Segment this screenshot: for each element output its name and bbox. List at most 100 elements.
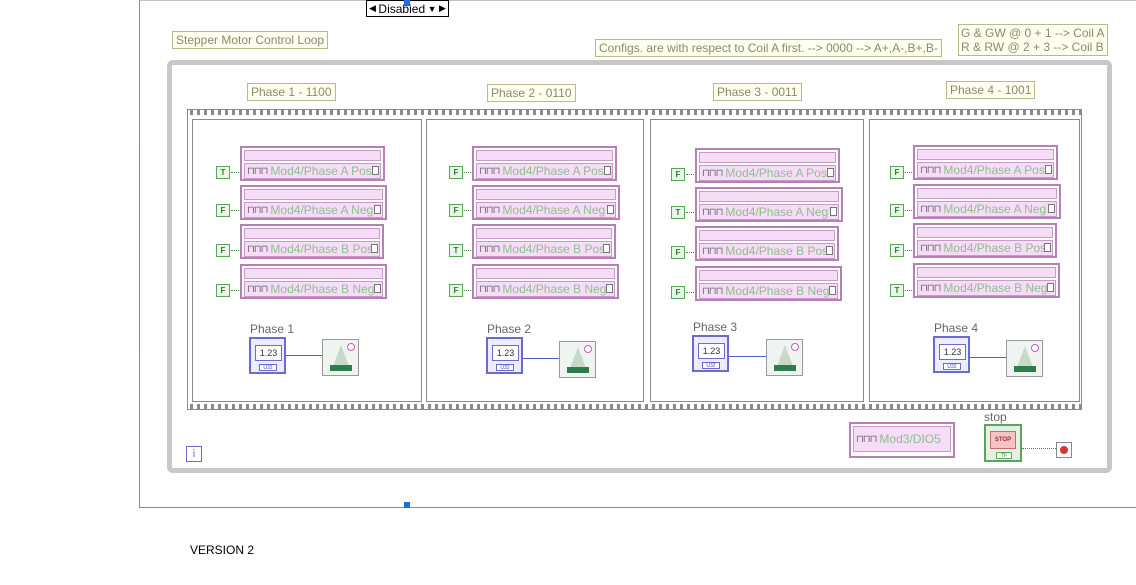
doc-icon <box>829 286 836 295</box>
metronome-wait-icon[interactable] <box>766 339 803 376</box>
stop-face: STOP <box>990 431 1016 449</box>
boolean-constant[interactable]: F <box>671 246 685 259</box>
phase-constant-label: Phase 3 <box>693 320 738 334</box>
case-selector-label: Disabied <box>378 1 426 16</box>
doc-icon <box>1047 283 1054 292</box>
doc-icon <box>826 246 833 255</box>
doc-icon <box>827 168 834 177</box>
pulse-wave-icon: ⊓⊓⊓ <box>920 164 941 176</box>
wire <box>523 358 560 359</box>
loop-iteration-terminal: i <box>186 446 202 462</box>
doc-icon <box>1045 165 1052 174</box>
configs-note-label: Configs. are with respect to Coil A firs… <box>595 39 942 57</box>
wire <box>729 356 767 357</box>
resize-handle-bottom[interactable] <box>404 502 410 508</box>
u32-constant[interactable]: 1.23 U32 <box>692 335 729 372</box>
doc-icon <box>372 166 379 175</box>
boolean-constant[interactable]: F <box>449 204 463 217</box>
daq-write-node[interactable]: ⊓⊓⊓ Mod4/Phase A Neg <box>472 185 620 220</box>
daq-write-node[interactable]: ⊓⊓⊓ Mod4/Phase A Neg <box>240 185 387 220</box>
doc-icon <box>374 205 381 214</box>
daq-write-node[interactable]: ⊓⊓⊓ Mod4/Phase B Pos <box>240 224 384 259</box>
daq-write-node[interactable]: ⊓⊓⊓ Mod4/Phase B Pos <box>472 224 616 259</box>
boolean-constant[interactable]: F <box>449 284 463 297</box>
phase-constant-label: Phase 4 <box>934 321 979 335</box>
daq-write-node[interactable]: ⊓⊓⊓ Mod4/Phase B Neg <box>913 263 1060 298</box>
daq-write-node[interactable]: ⊓⊓⊓ Mod4/Phase A Neg <box>695 187 843 222</box>
frame-2-title: Phase 2 - 0110 <box>487 84 576 102</box>
loop-title-label: Stepper Motor Control Loop <box>172 31 329 49</box>
pulse-wave-icon: ⊓⊓⊓ <box>479 165 500 177</box>
frame-4-title: Phase 4 - 1001 <box>946 81 1036 99</box>
pulse-wave-icon: ⊓⊓⊓ <box>702 285 723 297</box>
stop-label: stop <box>984 410 1007 424</box>
boolean-constant[interactable]: F <box>671 286 685 299</box>
version-label: VERSION 2 <box>190 543 255 557</box>
u32-constant[interactable]: 1.23 U32 <box>249 337 286 374</box>
pulse-wave-icon: ⊓⊓⊓ <box>247 243 268 255</box>
wire <box>286 355 323 356</box>
coil-note-label: G & GW @ 0 + 1 --> Coil A R & RW @ 2 + 3… <box>958 24 1108 56</box>
stop-button[interactable]: STOP TF <box>984 424 1022 462</box>
daq-write-node[interactable]: ⊓⊓⊓ Mod4/Phase B Pos <box>913 223 1057 258</box>
metronome-wait-icon[interactable] <box>1006 340 1043 377</box>
doc-icon <box>607 205 614 214</box>
doc-icon <box>830 207 837 216</box>
boolean-constant[interactable]: T <box>449 244 463 257</box>
pulse-wave-icon: ⊓⊓⊓ <box>247 165 268 177</box>
daq-write-node[interactable]: ⊓⊓⊓ Mod4/Phase A Pos <box>913 145 1058 180</box>
pulse-wave-icon: ⊓⊓⊓ <box>247 283 268 295</box>
doc-icon <box>604 166 611 175</box>
daq-write-node[interactable]: ⊓⊓⊓ Mod4/Phase B Neg <box>240 264 387 299</box>
boolean-constant[interactable]: T <box>890 284 904 297</box>
pulse-wave-icon: ⊓⊓⊓ <box>247 204 268 216</box>
metronome-wait-icon[interactable] <box>559 341 596 378</box>
doc-icon <box>606 284 613 293</box>
daq-write-node[interactable]: ⊓⊓⊓ Mod4/Phase A Pos <box>240 146 385 181</box>
metronome-wait-icon[interactable] <box>322 339 359 376</box>
coil-note-line-2: R & RW @ 2 + 3 --> Coil B <box>961 40 1104 54</box>
doc-icon <box>603 244 610 253</box>
doc-icon <box>1048 204 1055 213</box>
daq-write-node[interactable]: ⊓⊓⊓ Mod4/Phase B Pos <box>695 226 839 261</box>
resize-handle-top[interactable] <box>404 0 410 6</box>
daq-dio-node[interactable]: ⊓⊓⊓ Mod3/DIO5 <box>849 422 955 458</box>
boolean-constant[interactable]: F <box>671 168 685 181</box>
decrement-arrow-icon[interactable]: ◀ <box>369 3 376 14</box>
stop-condition-icon[interactable] <box>1056 442 1072 458</box>
pulse-wave-icon: ⊓⊓⊓ <box>920 203 941 215</box>
pulse-wave-icon: ⊓⊓⊓ <box>856 433 877 445</box>
daq-write-node[interactable]: ⊓⊓⊓ Mod4/Phase B Neg <box>472 264 619 299</box>
stop-type: TF <box>996 452 1012 459</box>
pulse-wave-icon: ⊓⊓⊓ <box>920 242 941 254</box>
frame-3-title: Phase 3 - 0011 <box>713 83 802 101</box>
boolean-constant[interactable]: F <box>216 244 230 257</box>
boolean-constant[interactable]: F <box>216 284 230 297</box>
u32-constant[interactable]: 1.23 U32 <box>486 337 523 374</box>
boolean-constant[interactable]: T <box>671 206 685 219</box>
pulse-wave-icon: ⊓⊓⊓ <box>702 167 723 179</box>
structure-border-tick <box>139 145 143 351</box>
daq-write-node[interactable]: ⊓⊓⊓ Mod4/Phase A Pos <box>472 146 617 181</box>
daq-write-node[interactable]: ⊓⊓⊓ Mod4/Phase A Neg <box>913 184 1061 219</box>
daq-write-node[interactable]: ⊓⊓⊓ Mod4/Phase B Neg <box>695 266 842 301</box>
boolean-constant[interactable]: F <box>890 166 904 179</box>
pulse-wave-icon: ⊓⊓⊓ <box>479 243 500 255</box>
boolean-constant[interactable]: F <box>216 204 230 217</box>
increment-arrow-icon[interactable]: ▶ <box>439 3 446 14</box>
doc-icon <box>371 244 378 253</box>
pulse-wave-icon: ⊓⊓⊓ <box>702 245 723 257</box>
dropdown-arrow-icon[interactable]: ▼ <box>428 4 437 14</box>
wire <box>1022 448 1056 449</box>
boolean-constant[interactable]: F <box>890 244 904 257</box>
phase-constant-label: Phase 1 <box>250 322 295 336</box>
daq-write-node[interactable]: ⊓⊓⊓ Mod4/Phase A Pos <box>695 148 840 183</box>
boolean-constant[interactable]: F <box>449 166 463 179</box>
boolean-constant[interactable]: F <box>890 204 904 217</box>
doc-icon <box>1044 243 1051 252</box>
doc-icon <box>374 284 381 293</box>
pulse-wave-icon: ⊓⊓⊓ <box>479 204 500 216</box>
pulse-wave-icon: ⊓⊓⊓ <box>702 206 723 218</box>
u32-constant[interactable]: 1.23 U32 <box>933 336 970 373</box>
boolean-constant[interactable]: T <box>216 166 230 179</box>
